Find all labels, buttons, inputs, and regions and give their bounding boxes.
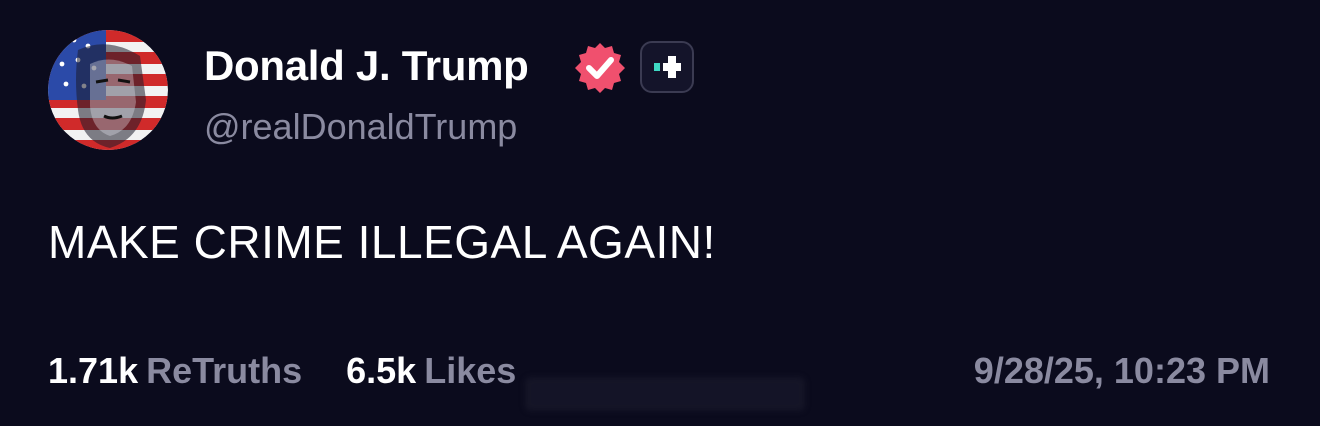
author-display-name[interactable]: Donald J. Trump (204, 40, 529, 92)
watermark-overlay (525, 377, 805, 411)
truth-plus-icon[interactable] (640, 41, 694, 93)
post-stats: 1.71k ReTruths 6.5k Likes (48, 348, 550, 394)
truth-post: Donald J. Trump @realDonaldTrump MAKE CR… (0, 0, 1320, 426)
post-timestamp: 9/28/25, 10:23 PM (973, 350, 1270, 391)
post-body-text: MAKE CRIME ILLEGAL AGAIN! (48, 216, 716, 268)
retruths-stat[interactable]: 1.71k ReTruths (48, 348, 302, 394)
verified-check-icon (572, 40, 628, 96)
retruths-label: ReTruths (146, 350, 303, 391)
author-handle[interactable]: @realDonaldTrump (204, 104, 517, 150)
likes-label: Likes (424, 350, 517, 391)
author-avatar[interactable] (48, 30, 168, 150)
likes-count: 6.5k (346, 350, 417, 391)
flag-portrait-avatar-image (48, 30, 168, 150)
retruths-count: 1.71k (48, 350, 139, 391)
likes-stat[interactable]: 6.5k Likes (346, 348, 516, 394)
